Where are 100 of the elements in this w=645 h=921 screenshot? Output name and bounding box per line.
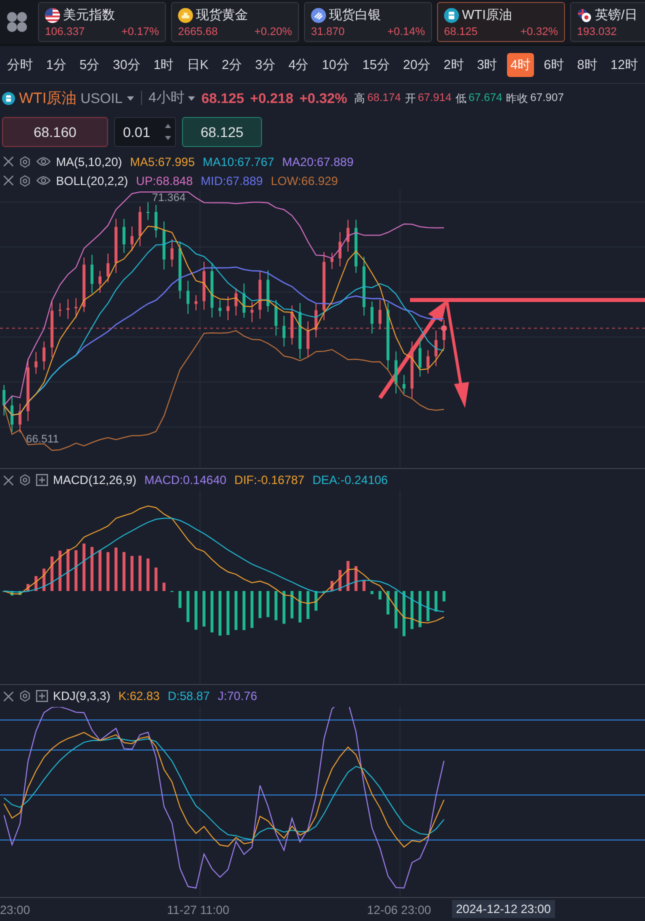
macd-histogram-bar [90, 546, 94, 591]
plus-square-icon[interactable] [36, 474, 48, 486]
indicator-value: D:58.87 [168, 689, 210, 703]
macd-histogram-bar [242, 591, 246, 630]
ticker-change: +0.17% [121, 26, 159, 38]
macd-histogram-bar [162, 582, 166, 591]
stat-label: 昨收 [506, 92, 528, 106]
timeframe-tab[interactable]: 3时 [474, 52, 500, 76]
settings-icon[interactable] [19, 474, 31, 486]
timeframe-tab[interactable]: 分时 [4, 52, 36, 76]
timeframe-tab[interactable]: 20分 [400, 52, 434, 76]
close-icon[interactable] [3, 690, 14, 702]
high-price-label: 71.364 [152, 192, 186, 204]
crosshair-time-label: 2024-12-12 23:00 [452, 900, 555, 918]
eye-icon[interactable] [36, 175, 51, 186]
candlestick [298, 302, 302, 360]
macd-histogram-bar [26, 584, 30, 591]
close-icon[interactable] [3, 156, 14, 167]
stat-label: 高 [354, 92, 366, 106]
settings-icon[interactable] [19, 174, 31, 186]
candlestick [234, 288, 238, 316]
symbol-name: WTI原油 [19, 88, 76, 108]
timeframe-tab[interactable]: 10分 [318, 52, 352, 76]
ticker-card[interactable]: 美元指数 106.337 +0.17% [38, 2, 166, 42]
candlestick [250, 302, 254, 323]
ticker-change: +0.20% [254, 26, 292, 38]
timeframe-tab[interactable]: 15分 [359, 52, 393, 76]
flags-icon [577, 8, 592, 22]
timeframe-tab[interactable]: 5分 [76, 52, 103, 76]
timeframe-tab[interactable]: 4分 [285, 52, 312, 76]
settings-icon[interactable] [19, 156, 31, 168]
close-icon[interactable] [3, 175, 14, 186]
macd-histogram-bar [330, 580, 334, 591]
candlestick [114, 218, 118, 274]
candlestick [18, 403, 22, 434]
macd-histogram-bar [58, 550, 62, 591]
symbol-code-dropdown[interactable]: USOIL [80, 90, 123, 106]
settings-icon[interactable] [19, 690, 31, 702]
candlestick [178, 241, 182, 300]
indicator-value: LOW:66.929 [270, 174, 338, 188]
candlestick [42, 340, 46, 370]
close-icon[interactable] [3, 474, 14, 486]
candlestick [426, 350, 430, 374]
eye-icon[interactable] [36, 156, 51, 167]
ticker-price: 68.125 [444, 26, 478, 38]
macd-histogram-bar [50, 556, 54, 591]
ticker-price: 31.870 [311, 26, 345, 38]
candlestick [146, 202, 150, 220]
grid-menu-icon[interactable] [5, 10, 29, 34]
plus-square-icon[interactable] [36, 690, 48, 702]
ticker-price: 193.032 [577, 26, 617, 38]
stripes-coin-icon [311, 8, 326, 22]
indicator-name: KDJ(9,3,3) [53, 689, 110, 703]
ticker-card[interactable]: 英镑/日 193.032 [570, 2, 645, 42]
indicator-name: MA(5,10,20) [56, 154, 122, 168]
stat-value: 67.907 [530, 92, 564, 104]
timeframe-tab[interactable]: 日K [184, 52, 212, 76]
indicator-value: MA10:67.767 [202, 154, 274, 168]
candlestick [218, 300, 222, 318]
ticker-card[interactable]: 现货黄金 2665.68 +0.20% [171, 2, 299, 42]
candlestick [226, 296, 230, 321]
candlestick [242, 282, 246, 318]
candlestick [10, 395, 14, 432]
candlestick [354, 219, 358, 274]
candlestick [154, 204, 158, 238]
timeframe-tab[interactable]: 1分 [43, 52, 70, 76]
candlestick [2, 384, 6, 416]
ticker-name: 英镑/日 [595, 6, 638, 24]
buy-button[interactable]: 68.125 [182, 117, 262, 147]
lots-field[interactable]: 0.01 [114, 117, 176, 147]
ticker-card[interactable]: WTI原油 68.125 +0.32% [437, 2, 565, 42]
timeframe-tab[interactable]: 3分 [252, 52, 278, 76]
macd-histogram-bar [106, 552, 110, 591]
candlestick [186, 280, 190, 314]
timeframe-tab[interactable]: 2分 [218, 52, 245, 76]
timeframe-tab[interactable]: 12时 [608, 52, 641, 76]
candlestick [418, 338, 422, 378]
candlestick [34, 351, 38, 374]
macd-histogram-bar [370, 591, 374, 594]
timeframe-tab[interactable]: 8时 [574, 52, 600, 76]
period-dropdown[interactable]: 4小时 [148, 89, 184, 107]
macd-histogram-bar [74, 550, 78, 591]
candlestick [378, 299, 382, 330]
time-axis-label: 23:00 [0, 903, 30, 917]
timeframe-tab[interactable]: 6时 [540, 52, 567, 76]
flag-icon [45, 8, 60, 22]
candlestick [402, 374, 406, 394]
timeframe-tab[interactable]: 1时 [150, 52, 177, 76]
macd-histogram-bar [98, 550, 102, 591]
candlestick [74, 298, 78, 318]
sell-button[interactable]: 68.160 [2, 117, 108, 147]
stat-label: 低 [456, 92, 467, 106]
timeframe-tab[interactable]: 2时 [440, 52, 467, 76]
ticker-card[interactable]: 现货白银 31.870 +0.14% [304, 2, 432, 42]
macd-histogram-bar [18, 591, 22, 595]
candlestick [66, 298, 70, 320]
candlestick [82, 257, 86, 312]
timeframe-tab[interactable]: 30分 [110, 52, 144, 76]
time-axis-label: 11-27 11:00 [167, 903, 230, 917]
candlestick [90, 254, 94, 294]
